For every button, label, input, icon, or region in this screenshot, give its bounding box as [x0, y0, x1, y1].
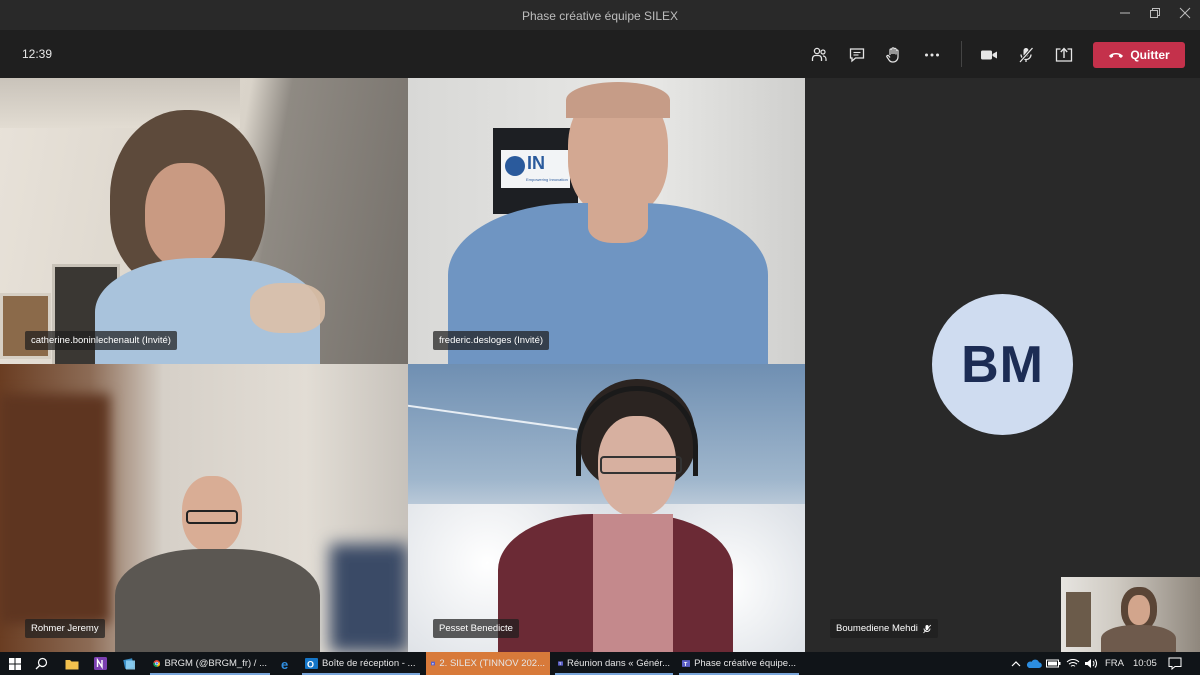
- person-top: [593, 514, 673, 652]
- person-face: [145, 163, 225, 268]
- participant-name-label: Boumediene Mehdi: [830, 619, 938, 638]
- svg-text:T: T: [684, 662, 688, 668]
- windows-taskbar: BRGM (@BRGM_fr) / ... e O Boîte de récep…: [0, 652, 1200, 675]
- wall-sign: IN Empowering Innovation: [493, 128, 578, 214]
- taskbar-app-powerpoint[interactable]: T 2. SILEX (TINNOV 202...: [426, 652, 550, 675]
- teams-icon: T: [558, 661, 563, 666]
- leave-button[interactable]: Quitter: [1093, 42, 1185, 68]
- taskbar-app-teams-meeting[interactable]: T Réunion dans « Génér...: [553, 652, 675, 675]
- video-stage: catherine.boninlechenault (Invité) IN Em…: [0, 78, 1200, 652]
- teams-icon: T: [682, 660, 691, 668]
- window-titlebar: Phase créative équipe SILEX: [0, 0, 1200, 30]
- onedrive-icon[interactable]: [1025, 655, 1042, 672]
- file-explorer-icon[interactable]: [63, 655, 80, 672]
- participant-name-label: catherine.boninlechenault (Invité): [25, 331, 177, 350]
- person-head-top: [566, 82, 670, 118]
- person-hand: [250, 283, 325, 333]
- mic-muted-icon[interactable]: [1014, 43, 1038, 67]
- toolbar-divider: [961, 41, 962, 67]
- close-icon[interactable]: [1176, 6, 1194, 24]
- onenote-icon[interactable]: [92, 655, 109, 672]
- participant-name-label: frederic.desloges (Invité): [433, 331, 550, 350]
- hang-up-icon: [1109, 53, 1124, 58]
- search-icon[interactable]: [33, 655, 50, 672]
- avatar: BM: [932, 294, 1073, 435]
- svg-text:T: T: [432, 662, 434, 666]
- notifications-icon[interactable]: [1166, 655, 1183, 672]
- outlook-icon: O: [305, 658, 318, 670]
- contrail: [408, 403, 578, 431]
- wifi-icon[interactable]: [1064, 655, 1081, 672]
- glasses: [186, 510, 238, 524]
- windows-start-icon[interactable]: [6, 655, 23, 672]
- window-title: Phase créative équipe SILEX: [521, 9, 679, 23]
- video-tile-frederic[interactable]: IN Empowering Innovation frederic.deslog…: [408, 78, 805, 364]
- ie-icon[interactable]: e: [277, 655, 294, 672]
- participant-name-label: Rohmer Jeremy: [25, 619, 105, 638]
- video-tile-jeremy[interactable]: Rohmer Jeremy: [0, 364, 408, 652]
- restore-icon[interactable]: [1146, 6, 1164, 24]
- person-neck: [588, 203, 648, 243]
- self-view-face: [1128, 595, 1150, 625]
- video-tile-catherine[interactable]: catherine.boninlechenault (Invité): [0, 78, 408, 364]
- taskbar-app-chrome[interactable]: BRGM (@BRGM_fr) / ...: [148, 652, 272, 675]
- self-view-video[interactable]: [1061, 577, 1200, 652]
- svg-text:e: e: [281, 657, 288, 671]
- battery-icon[interactable]: [1045, 655, 1062, 672]
- sign-subtext: Empowering Innovation: [526, 177, 568, 182]
- taskbar-app-outlook[interactable]: O Boîte de réception - ...: [300, 652, 422, 675]
- volume-icon[interactable]: [1082, 655, 1099, 672]
- chrome-icon: [153, 660, 161, 667]
- chat-icon[interactable]: [845, 43, 869, 67]
- share-screen-icon[interactable]: [1052, 43, 1076, 67]
- participant-name-label: Pesset Benedicte: [433, 619, 519, 638]
- chevron-up-icon[interactable]: [1007, 655, 1024, 672]
- person-sweater: [115, 549, 320, 652]
- meeting-toolbar: 12:39 Quitter: [0, 30, 1200, 78]
- participants-icon[interactable]: [807, 43, 831, 67]
- blurred-door: [0, 394, 110, 624]
- sign-logo-icon: [505, 156, 525, 176]
- sign-text: IN: [527, 153, 545, 173]
- self-view-shelf: [1066, 592, 1091, 647]
- more-icon[interactable]: [920, 43, 944, 67]
- meeting-timer: 12:39: [22, 47, 53, 61]
- blurred-object: [330, 544, 408, 652]
- wall-sign-panel: IN Empowering Innovation: [501, 150, 570, 188]
- language-indicator[interactable]: FRA: [1105, 658, 1124, 669]
- leave-label: Quitter: [1130, 48, 1170, 62]
- app-icon[interactable]: [121, 655, 138, 672]
- mic-muted-icon: [923, 624, 931, 633]
- camera-icon[interactable]: [977, 43, 1001, 67]
- raise-hand-icon[interactable]: [882, 43, 906, 67]
- video-tile-benedicte[interactable]: Pesset Benedicte: [408, 364, 805, 652]
- taskbar-app-teams-call[interactable]: T Phase créative équipe...: [677, 652, 801, 675]
- taskbar-clock[interactable]: 10:05: [1133, 658, 1157, 669]
- teams-icon: T: [431, 661, 436, 666]
- minimize-icon[interactable]: [1116, 6, 1134, 24]
- svg-text:O: O: [307, 660, 314, 670]
- self-view-body: [1101, 625, 1176, 652]
